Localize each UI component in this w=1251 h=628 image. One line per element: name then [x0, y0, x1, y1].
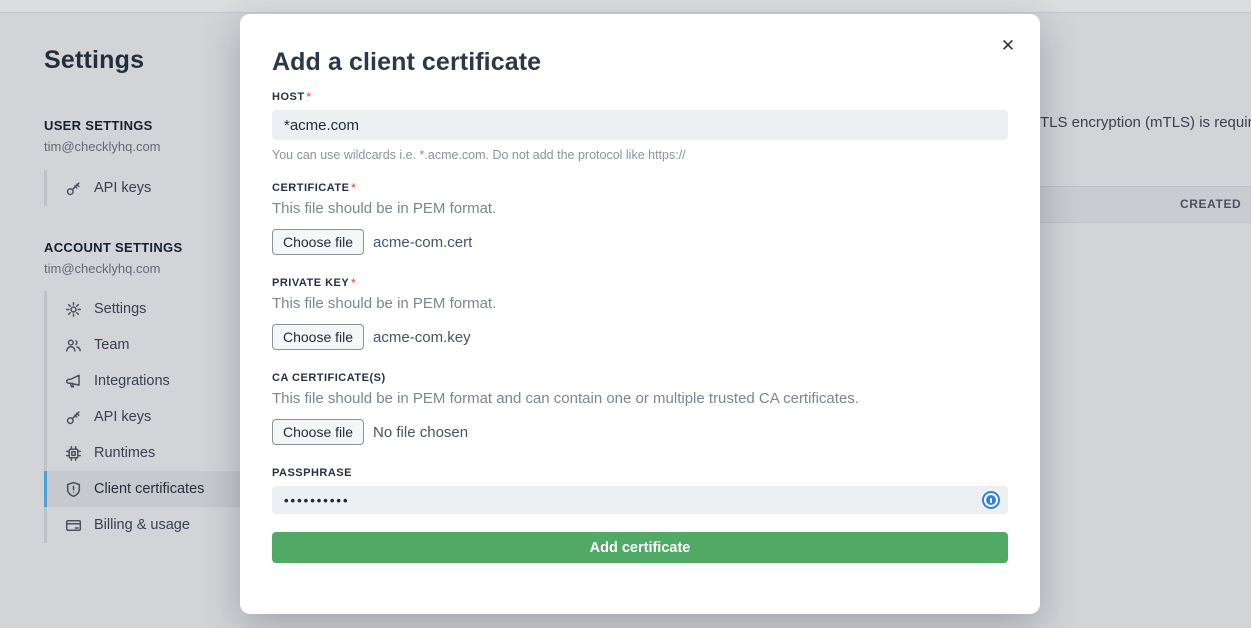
password-manager-icon-inner: [986, 495, 996, 505]
required-asterisk: *: [351, 182, 356, 194]
modal-title: Add a client certificate: [272, 48, 1008, 77]
host-input[interactable]: [272, 110, 1008, 140]
ca-certificate-file-field: Choose file No file chosen: [272, 419, 1008, 445]
certificate-choose-file-button[interactable]: Choose file: [272, 229, 364, 255]
certificate-file-field: Choose file acme-com.cert: [272, 229, 1008, 255]
certificate-label-text: CERTIFICATE: [272, 182, 349, 194]
passphrase-label: PASSPHRASE: [272, 467, 1008, 479]
private-key-label-text: PRIVATE KEY: [272, 277, 349, 289]
certificate-help-text: This file should be in PEM format.: [272, 200, 1008, 217]
close-icon[interactable]: ✕: [996, 34, 1020, 58]
certificate-label: CERTIFICATE*: [272, 182, 1008, 194]
add-client-certificate-modal: ✕ Add a client certificate HOST* You can…: [240, 14, 1040, 614]
host-label: HOST*: [272, 91, 1008, 103]
passphrase-field: [272, 486, 1008, 514]
required-asterisk: *: [307, 91, 312, 103]
private-key-help-text: This file should be in PEM format.: [272, 295, 1008, 312]
passphrase-input[interactable]: [272, 486, 1008, 514]
ca-certificate-label-text: CA CERTIFICATE(S): [272, 372, 386, 384]
password-manager-icon[interactable]: [982, 491, 1000, 509]
host-help-text: You can use wildcards i.e. *.acme.com. D…: [272, 148, 1008, 162]
passphrase-label-text: PASSPHRASE: [272, 467, 352, 479]
host-label-text: HOST: [272, 91, 305, 103]
ca-certificate-file-name: No file chosen: [373, 424, 468, 441]
private-key-label: PRIVATE KEY*: [272, 277, 1008, 289]
required-asterisk: *: [351, 277, 356, 289]
private-key-choose-file-button[interactable]: Choose file: [272, 324, 364, 350]
ca-certificate-help-text: This file should be in PEM format and ca…: [272, 390, 1008, 407]
password-manager-icon-slot: [990, 498, 992, 503]
certificate-file-name: acme-com.cert: [373, 234, 472, 251]
ca-certificate-label: CA CERTIFICATE(S): [272, 372, 1008, 384]
ca-certificate-choose-file-button[interactable]: Choose file: [272, 419, 364, 445]
private-key-file-name: acme-com.key: [373, 329, 471, 346]
private-key-file-field: Choose file acme-com.key: [272, 324, 1008, 350]
add-certificate-button[interactable]: Add certificate: [272, 532, 1008, 563]
